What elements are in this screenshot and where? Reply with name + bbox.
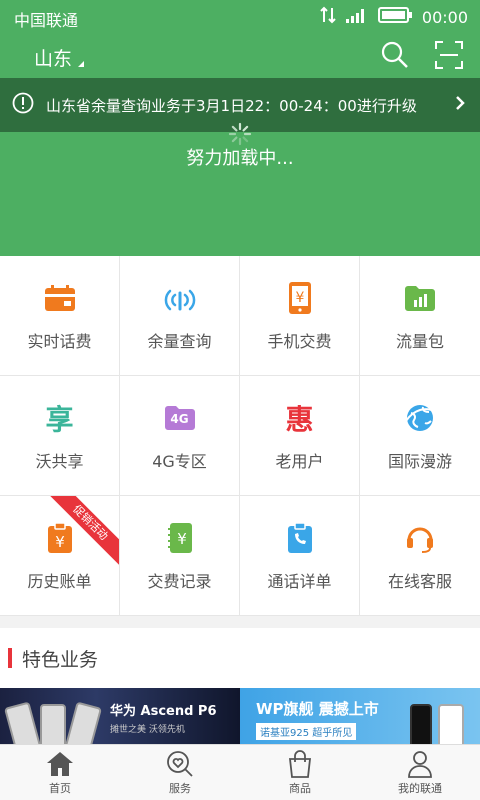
tab-label: 服务 [169,781,191,795]
service-label: 老用户 [275,451,324,471]
header: 山东 山东省余量查询业务于3月1日22：00-24：00进行升级 努力加载中..… [0,34,480,256]
globe-plane-icon [402,400,438,436]
service-heart-icon [165,750,195,778]
tab-products[interactable]: 商品 [240,745,360,800]
calendar-icon [42,280,78,316]
phone-image-icon [3,701,43,744]
tab-services[interactable]: 服务 [120,745,240,800]
section-title: 特色业务 [22,648,99,671]
tab-label: 商品 [289,781,311,795]
service-label: 交费记录 [147,571,212,591]
service-payment-records[interactable]: ¥ 交费记录 [120,496,240,616]
banner-title: WP旗舰 震撼上市 [256,700,379,718]
data-arrows-icon [320,6,336,28]
loading-spinner-icon [228,122,252,146]
tab-label: 首页 [49,781,71,795]
service-label: 沃共享 [35,451,84,471]
service-label: 通话详单 [267,571,332,591]
service-label: 在线客服 [387,571,452,591]
signal-icon [345,7,368,27]
service-phone-payment[interactable]: ¥ 手机交费 [240,256,360,376]
scan-icon[interactable] [434,40,464,74]
status-bar: 中国联通 00:00 [0,0,480,34]
headset-icon [402,520,438,556]
dropdown-corner-icon [78,61,85,67]
loading-text: 努力加载中... [186,148,294,169]
clipboard-yen-icon: ¥ [42,520,78,556]
service-balance-query[interactable]: 余量查询 [120,256,240,376]
home-icon [45,750,75,778]
data-folder-icon [402,280,438,316]
banner-subtitle: 摊世之美 沃领先机 [110,725,185,735]
service-label: 4G专区 [152,451,207,471]
banner-title: 华为 Ascend P6 [110,704,217,719]
banner-huawei[interactable]: 华为 Ascend P6 摊世之美 沃领先机 [0,688,240,744]
tab-label: 我的联通 [398,781,442,795]
service-label: 流量包 [395,331,444,351]
4g-glyph: 4G [170,411,189,426]
share-char-glyph: 享 [45,402,74,436]
featured-section-header: 特色业务 [0,628,480,688]
service-label: 实时话费 [27,331,92,351]
chevron-right-icon [454,95,466,115]
service-grid: 实时话费 余量查询 ¥ 手机交费 流量包 享 沃共享 4G 4G专区 惠 老用户… [0,256,480,616]
service-realtime-fee[interactable]: 实时话费 [0,256,120,376]
notice-text: 山东省余量查询业务于3月1日22：00-24：00进行升级 [46,96,417,115]
discount-char-glyph: 惠 [285,402,314,436]
svg-text:¥: ¥ [55,533,65,551]
service-4g-zone[interactable]: 4G 4G专区 [120,376,240,496]
discount-char-icon: 惠 [282,400,318,436]
phone-image-icon [438,704,464,744]
phone-image-icon [40,704,66,744]
service-bill-history[interactable]: 促销活动 ¥ 历史账单 [0,496,120,616]
info-icon [12,92,34,118]
service-label: 余量查询 [147,331,212,351]
service-call-details[interactable]: 通话详单 [240,496,360,616]
user-icon [405,750,435,778]
4g-folder-icon: 4G [162,400,198,436]
tab-my-unicom[interactable]: 我的联通 [360,745,480,800]
section-accent-bar [8,648,12,668]
bottom-tab-bar: 首页 服务 商品 我的联通 [0,744,480,800]
shopping-bag-icon [285,749,315,778]
service-data-package[interactable]: 流量包 [360,256,480,376]
tab-home[interactable]: 首页 [0,745,120,800]
call-list-icon [282,520,318,556]
service-international-roaming[interactable]: 国际漫游 [360,376,480,496]
signal-gauge-icon [162,280,198,316]
carrier-name: 中国联通 [14,11,79,30]
banner-nokia[interactable]: WP旗舰 震撼上市 诺基亚925 超乎所见 [240,688,480,744]
phone-image-icon [63,701,103,744]
phone-image-icon [410,704,432,744]
service-label: 国际漫游 [387,451,452,471]
service-online-support[interactable]: 在线客服 [360,496,480,616]
banner-subtitle: 诺基亚925 超乎所见 [256,723,357,740]
svg-text:¥: ¥ [295,290,304,306]
share-char-icon: 享 [42,400,78,436]
featured-banners: 华为 Ascend P6 摊世之美 沃领先机 WP旗舰 震撼上市 诺基亚925 … [0,688,480,744]
search-icon[interactable] [380,40,410,74]
service-label: 手机交费 [267,331,332,351]
service-label: 历史账单 [27,571,92,591]
notebook-yen-icon: ¥ [162,520,198,556]
city-label: 山东 [34,48,73,70]
phone-yen-icon: ¥ [282,280,318,316]
service-wo-share[interactable]: 享 沃共享 [0,376,120,496]
service-old-users[interactable]: 惠 老用户 [240,376,360,496]
battery-icon [377,7,412,27]
svg-text:¥: ¥ [177,530,187,548]
city-selector[interactable]: 山东 [34,44,85,71]
clock: 00:00 [421,7,468,27]
